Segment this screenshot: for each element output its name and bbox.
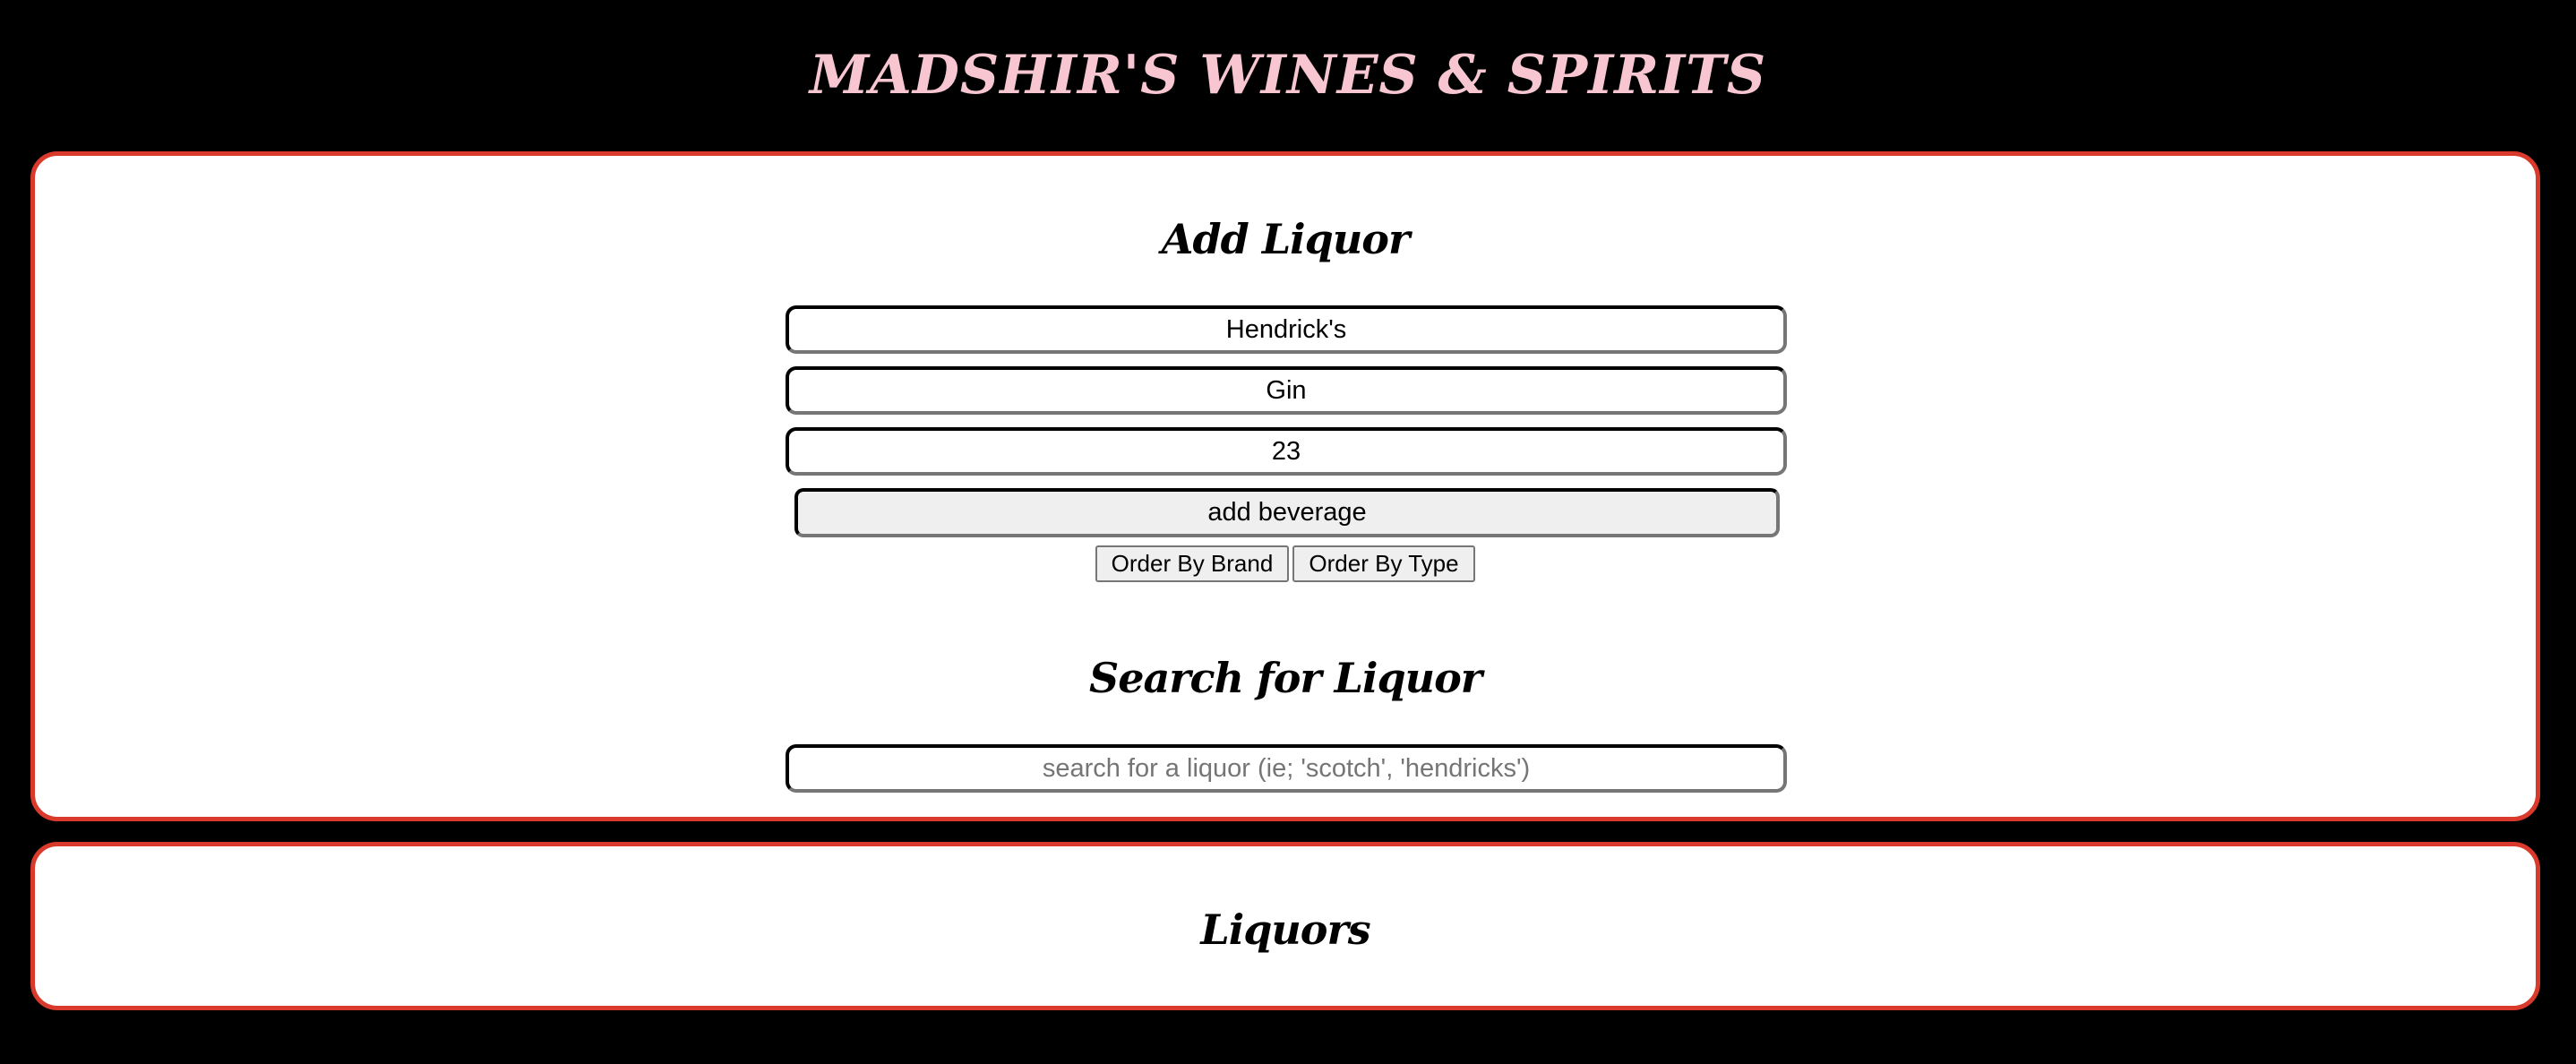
- site-title: MADSHIR'S WINES & SPIRITS: [809, 44, 1767, 107]
- search-liquor-heading: Search for Liquor: [1088, 654, 1482, 702]
- price-input[interactable]: [786, 427, 1787, 476]
- search-input[interactable]: [786, 744, 1787, 793]
- brand-input[interactable]: [786, 305, 1787, 354]
- order-by-type-button[interactable]: Order By Type: [1292, 545, 1475, 582]
- liquors-panel: Liquors: [30, 842, 2540, 1010]
- add-liquor-heading: Add Liquor: [1161, 215, 1410, 263]
- liquors-heading: Liquors: [1200, 905, 1370, 954]
- order-by-brand-button[interactable]: Order By Brand: [1095, 545, 1289, 582]
- type-input[interactable]: [786, 366, 1787, 415]
- add-liquor-panel: Add Liquor add beverage Order By Brand O…: [30, 151, 2540, 821]
- add-beverage-button[interactable]: add beverage: [794, 488, 1780, 537]
- sort-buttons: Order By Brand Order By Type: [35, 545, 2536, 582]
